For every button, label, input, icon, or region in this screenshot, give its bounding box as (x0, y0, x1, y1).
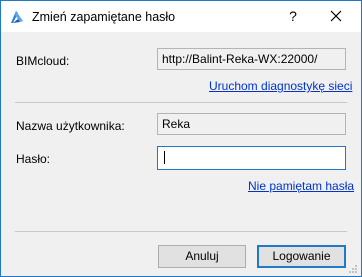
section-divider-bottom (15, 231, 347, 232)
help-button[interactable]: ? (279, 5, 307, 27)
window-title: Zmień zapamiętane hasło (32, 10, 176, 24)
text-caret (164, 151, 165, 164)
cancel-button[interactable]: Anuluj (158, 245, 246, 268)
bimcloud-label: BIMcloud: (16, 54, 70, 68)
forgot-password-link[interactable]: Nie pamiętam hasła (248, 179, 354, 193)
title-bar: Zmień zapamiętane hasło ? (1, 1, 361, 32)
password-label: Hasło: (16, 152, 51, 166)
resize-grip-icon[interactable] (348, 263, 358, 273)
change-password-dialog: Zmień zapamiętane hasło ? BIMcloud: http… (0, 0, 362, 277)
username-label: Nazwa użytkownika: (16, 119, 125, 133)
network-diagnostics-link[interactable]: Uruchom diagnostykę sieci (209, 79, 352, 93)
bimcloud-app-icon (9, 9, 25, 25)
section-divider-top (15, 102, 347, 103)
bimcloud-server-field: http://Balint-Reka-WX:22000/ (157, 48, 346, 70)
close-icon (330, 10, 342, 22)
username-field: Reka (157, 113, 346, 135)
password-input[interactable] (157, 146, 346, 170)
close-button[interactable] (321, 5, 351, 27)
login-button[interactable]: Logowanie (257, 245, 346, 268)
